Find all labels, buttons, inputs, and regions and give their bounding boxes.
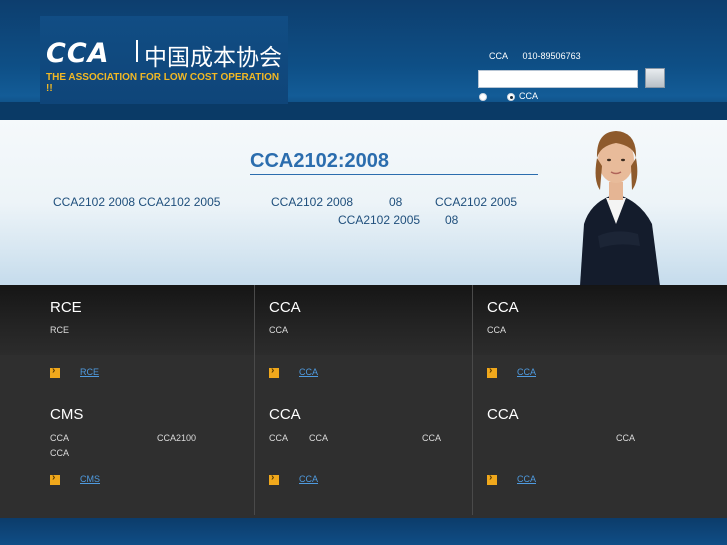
section-title-cms: CMS — [50, 406, 84, 423]
search-scope-label: CCA — [519, 91, 539, 101]
banner-title[interactable]: CCA2102:2008 — [250, 150, 538, 175]
header-stripe — [0, 102, 727, 120]
search-button[interactable] — [645, 68, 665, 88]
grid-top-band — [0, 285, 727, 355]
section-desc: RCE — [50, 325, 70, 335]
logo-chinese-name: 中国成本协会 — [144, 44, 282, 70]
more-arrow-icon — [50, 365, 60, 378]
contact-info: CCA 010-89506763 — [489, 51, 593, 61]
section-title-cca: CCA — [487, 406, 519, 423]
section-desc: CCA — [422, 433, 442, 443]
logo-english-name: THE ASSOCIATION FOR LOW COST OPERATION !… — [46, 72, 280, 94]
search-scope-radio-cca[interactable] — [507, 93, 515, 101]
more-arrow-icon — [269, 472, 279, 485]
section-title-cca: CCA — [269, 299, 301, 316]
column-divider — [472, 285, 473, 515]
search-input[interactable] — [478, 70, 638, 88]
more-link-cca[interactable]: CCA — [285, 474, 334, 484]
more-link-cca[interactable]: CCA — [503, 474, 552, 484]
section-desc: CCA — [269, 433, 289, 443]
site-footer — [0, 518, 727, 545]
contact-phone: 010-89506763 — [522, 51, 581, 61]
section-title-cca: CCA — [269, 406, 301, 423]
section-desc: CCA2100 — [157, 433, 197, 443]
banner-text: CCA2102 2008 CCA2102 2005 — [53, 195, 221, 209]
contact-name: CCA — [489, 51, 509, 61]
section-desc: CCA — [50, 433, 70, 443]
section-desc: CCA — [50, 448, 70, 458]
banner-text: 08 — [445, 213, 459, 227]
site-header: CCA 中国成本协会 THE ASSOCIATION FOR LOW COST … — [0, 0, 727, 120]
more-arrow-icon — [269, 365, 279, 378]
logo-abbr: CCA — [46, 38, 110, 69]
more-link-cca[interactable]: CCA — [503, 367, 552, 377]
content-grid: RCE RCE RCE CCA CCA CCA CCA CCA CCA CMS … — [0, 285, 727, 518]
more-arrow-icon — [487, 472, 497, 485]
search-scope-radio-site[interactable] — [479, 93, 487, 101]
site-logo[interactable]: CCA 中国成本协会 THE ASSOCIATION FOR LOW COST … — [40, 16, 288, 104]
banner-text: CCA2102 2005 — [338, 213, 421, 227]
more-link-cca[interactable]: CCA — [285, 367, 334, 377]
section-title-rce: RCE — [50, 299, 82, 316]
section-desc: CCA — [269, 325, 289, 335]
businesswoman-image — [580, 131, 660, 286]
section-desc: CCA — [487, 325, 507, 335]
logo-divider — [136, 40, 138, 62]
more-arrow-icon — [50, 472, 60, 485]
banner-text: CCA2102 2005 — [435, 195, 518, 209]
section-desc: CCA — [309, 433, 329, 443]
more-link-rce[interactable]: RCE — [66, 367, 123, 377]
more-link-cms[interactable]: CMS — [66, 474, 123, 484]
column-divider — [254, 285, 255, 515]
section-desc: CCA — [616, 433, 636, 443]
banner-text: CCA2102 2008 — [271, 195, 354, 209]
section-title-cca: CCA — [487, 299, 519, 316]
banner-text: 08 — [389, 195, 403, 209]
more-arrow-icon — [487, 365, 497, 378]
